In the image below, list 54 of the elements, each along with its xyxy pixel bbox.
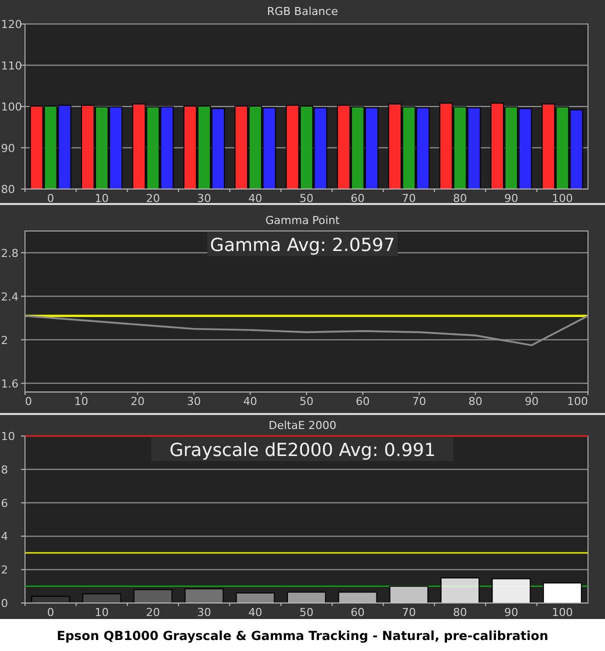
axis-label: 70 — [402, 606, 416, 619]
chart-title: DeltaE 2000 — [268, 419, 336, 432]
axis-label: 20 — [146, 606, 160, 619]
axis-label: 70 — [402, 192, 416, 203]
axis-label: 80 — [468, 395, 482, 408]
axis-label: 10 — [1, 432, 15, 443]
axis-label: 70 — [412, 395, 426, 408]
caption: Epson QB1000 Grayscale & Gamma Tracking - Natural, pre-calibration — [56, 628, 548, 642]
axis-label: 50 — [300, 606, 314, 619]
average-label: Gamma Avg: 2.0597 — [207, 232, 398, 256]
axis-label: 20 — [146, 192, 160, 203]
axis-label: 2.8 — [1, 246, 18, 260]
axis-label: 30 — [197, 606, 212, 619]
axis-label: 60 — [350, 192, 365, 203]
axis-label: 90 — [504, 606, 518, 619]
axis-label: 40 — [248, 606, 262, 619]
axis-label: 0 — [47, 606, 54, 619]
axis-label: 2 — [1, 564, 8, 577]
axis-label: 90 — [1, 142, 15, 155]
axis-label: 80 — [1, 183, 15, 196]
axis-label: 80 — [453, 606, 468, 619]
axis-label: 10 — [94, 192, 109, 203]
axis-label: 110 — [1, 59, 22, 72]
axis-label: 0 — [25, 395, 32, 408]
axis-label: 30 — [186, 395, 201, 408]
axis-label: 50 — [300, 395, 314, 408]
axis-label: 40 — [243, 395, 258, 408]
axis-label: 60 — [356, 395, 370, 408]
axis-label: 100 — [567, 395, 588, 408]
axis-label: 8 — [1, 463, 8, 476]
axis-label: 90 — [504, 192, 518, 203]
axis-label: 100 — [552, 192, 573, 203]
chart-title: RGB Balance — [266, 5, 338, 18]
axis-label: 1.6 — [1, 377, 18, 390]
axis-label: 120 — [1, 18, 22, 31]
axis-label: 4 — [1, 530, 8, 544]
axis-label: 2 — [1, 334, 8, 347]
axis-label: 2.4 — [1, 290, 18, 304]
axis-label: 10 — [94, 606, 109, 619]
axis-label: 50 — [300, 192, 314, 203]
axis-label: 6 — [1, 496, 8, 510]
axis-label: 100 — [1, 100, 22, 114]
axis-label: 0 — [1, 597, 8, 610]
axis-label: 90 — [524, 395, 539, 408]
chart-title: Gamma Point — [265, 214, 340, 227]
axis-label: 40 — [248, 192, 262, 203]
axis-label: 10 — [74, 395, 88, 408]
axis-label: 60 — [350, 606, 365, 619]
axis-label: 20 — [130, 395, 145, 408]
average-label: Grayscale dE2000 Avg: 0.991 — [151, 437, 454, 461]
axis-label: 30 — [197, 192, 212, 203]
axis-label: 100 — [552, 606, 573, 619]
axis-label: 80 — [453, 192, 468, 203]
axis-label: 0 — [47, 192, 54, 203]
